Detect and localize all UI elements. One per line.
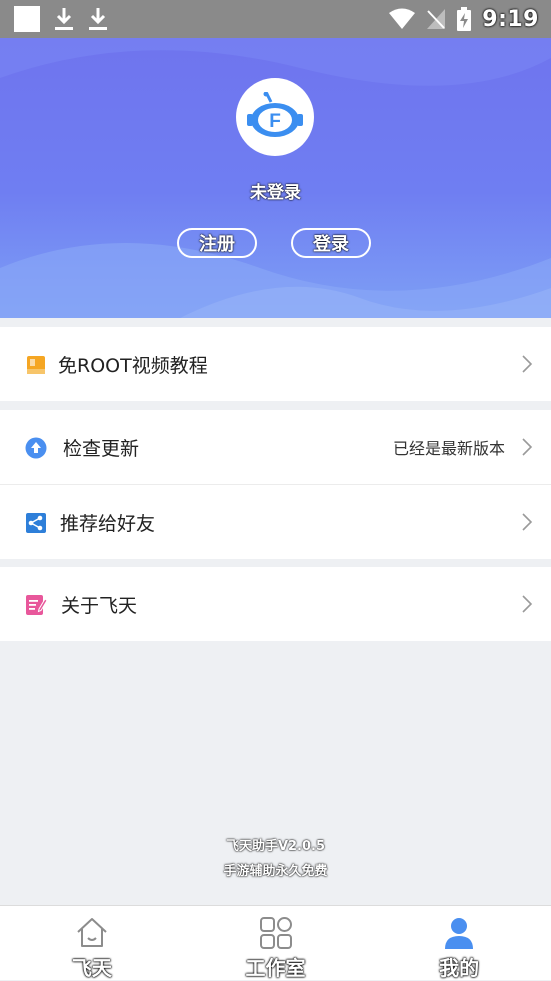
menu-group-app: 检查更新 已经是最新版本 推荐给好友	[0, 410, 551, 559]
app-logo-icon: F	[247, 92, 303, 137]
menu-group-about: 关于飞天	[0, 567, 551, 641]
book-icon	[27, 356, 45, 374]
tab-label: 工作室	[245, 956, 306, 980]
menu-item-about[interactable]: 关于飞天	[0, 567, 551, 641]
avatar[interactable]: F	[236, 78, 314, 156]
app-version-text: 飞天助手V2.0.5	[225, 839, 326, 854]
menu-item-label: 关于飞天	[61, 594, 138, 617]
update-status-text: 已经是最新版本	[392, 439, 505, 458]
wifi-icon	[389, 8, 416, 29]
notification-square-icon	[14, 6, 40, 32]
menu-item-label: 推荐给好友	[60, 512, 156, 535]
app-slogan-text: 手游辅助永久免费	[223, 864, 328, 879]
tab-label: 我的	[439, 956, 480, 980]
clock: 9:19	[482, 6, 539, 32]
tab-label: 飞天	[71, 956, 112, 980]
tab-mine[interactable]: 我的	[367, 906, 551, 980]
login-button[interactable]: 登录	[291, 228, 371, 258]
chevron-right-icon	[522, 513, 533, 531]
username-label: 未登录	[250, 183, 301, 203]
download-icon	[89, 8, 107, 30]
note-edit-icon	[26, 595, 47, 615]
tab-home[interactable]: 飞天	[0, 906, 184, 980]
chevron-right-icon	[522, 355, 533, 373]
bottom-tab-bar: 飞天 工作室 我的	[0, 905, 551, 980]
no-signal-icon	[427, 9, 446, 29]
menu-group-tutorial: 免ROOT视频教程	[0, 327, 551, 401]
apps-icon	[259, 917, 292, 949]
upgrade-icon	[25, 437, 47, 459]
battery-charging-icon	[457, 7, 472, 31]
menu-item-tutorial[interactable]: 免ROOT视频教程	[0, 327, 551, 401]
profile-header: F 未登录 注册 登录	[0, 38, 551, 318]
menu-item-label: 检查更新	[63, 437, 140, 460]
svg-text:F: F	[269, 111, 281, 132]
chevron-right-icon	[522, 438, 533, 456]
home-icon	[77, 918, 107, 947]
tab-studio[interactable]: 工作室	[184, 906, 368, 980]
menu-item-share[interactable]: 推荐给好友	[0, 484, 551, 559]
user-icon	[445, 918, 474, 949]
download-icon	[55, 8, 73, 30]
menu-item-label: 免ROOT视频教程	[58, 354, 208, 377]
register-button[interactable]: 注册	[177, 228, 257, 258]
share-icon	[26, 513, 46, 533]
chevron-right-icon	[522, 595, 533, 613]
menu-item-check-update[interactable]: 检查更新 已经是最新版本	[0, 410, 551, 484]
status-bar: 9:19	[0, 0, 551, 38]
